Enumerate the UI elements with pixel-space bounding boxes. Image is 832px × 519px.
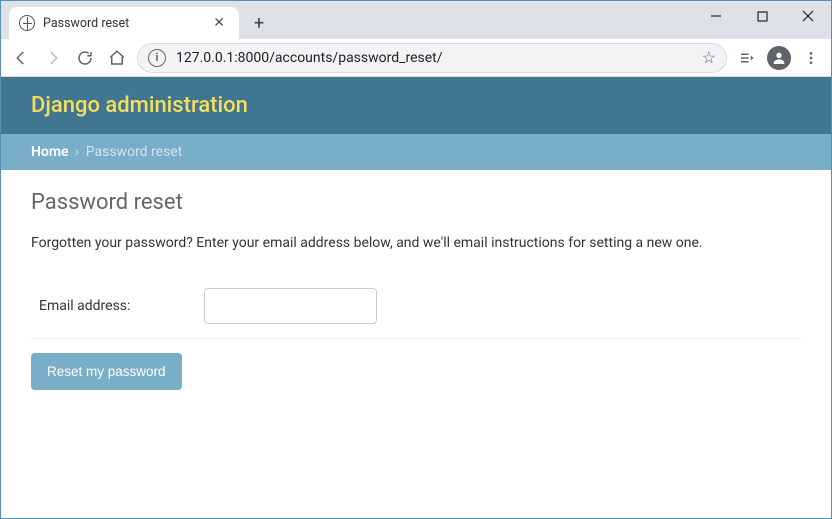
browser-titlebar: Password reset ✕ + [1,1,831,39]
address-bar[interactable]: i 127.0.0.1:8000/accounts/password_reset… [137,43,727,73]
reset-password-button[interactable]: Reset my password [31,353,182,390]
media-control-icon[interactable] [735,46,759,70]
forward-button[interactable] [41,46,65,70]
window-close-button[interactable] [785,1,831,31]
page-viewport: Django administration Home › Password re… [1,77,831,518]
django-header: Django administration [1,77,831,134]
tab-title: Password reset [43,16,207,31]
site-info-icon[interactable]: i [148,49,166,67]
breadcrumb-current: Password reset [86,144,183,160]
maximize-button[interactable] [739,1,785,31]
email-form-row: Email address: [31,274,801,339]
branding-title: Django administration [31,93,248,118]
url-text: 127.0.0.1:8000/accounts/password_reset/ [176,50,694,66]
email-field[interactable] [204,288,377,324]
browser-toolbar: i 127.0.0.1:8000/accounts/password_reset… [1,39,831,77]
new-tab-button[interactable]: + [245,9,273,37]
breadcrumb: Home › Password reset [1,134,831,170]
breadcrumb-separator: › [72,144,82,160]
back-button[interactable] [9,46,33,70]
profile-avatar-icon[interactable] [767,46,791,70]
close-tab-icon[interactable]: ✕ [207,15,231,31]
reload-button[interactable] [73,46,97,70]
browser-tab[interactable]: Password reset ✕ [9,7,239,39]
breadcrumb-home-link[interactable]: Home [31,144,69,160]
help-text: Forgotten your password? Enter your emai… [31,233,801,254]
globe-icon [19,15,35,31]
content-area: Password reset Forgotten your password? … [1,170,831,410]
email-label: Email address: [39,298,204,314]
minimize-button[interactable] [693,1,739,31]
window-controls [693,1,831,31]
home-button[interactable] [105,46,129,70]
menu-kebab-icon[interactable] [799,46,823,70]
bookmark-star-icon[interactable]: ☆ [694,48,716,67]
page-title: Password reset [31,190,801,215]
